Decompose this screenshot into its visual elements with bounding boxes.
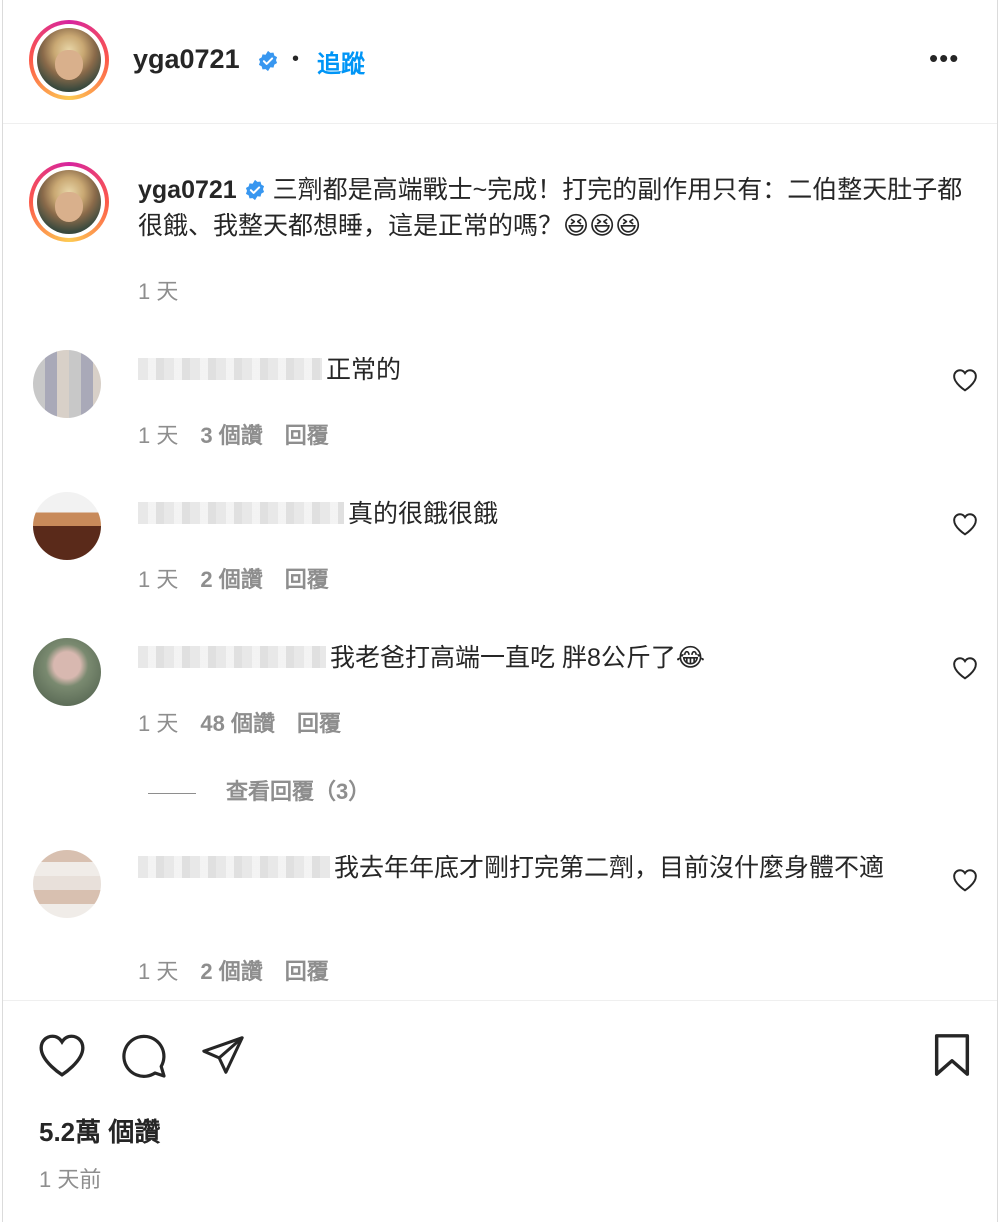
comment-row-2: 真的很餓很餓: [138, 496, 918, 532]
caption-avatar[interactable]: [29, 162, 109, 242]
view-replies-divider: [148, 792, 196, 794]
more-options-icon[interactable]: •••: [929, 45, 965, 71]
reply-button[interactable]: 回覆: [285, 423, 329, 448]
like-heart-icon[interactable]: [37, 1032, 87, 1078]
comment-row-4: 我去年年底才剛打完第二劑，目前沒什麼身體不適: [138, 850, 918, 886]
reply-button[interactable]: 回覆: [285, 567, 329, 592]
verified-badge-icon: [245, 179, 264, 201]
save-bookmark-icon[interactable]: [931, 1032, 973, 1078]
commenter-name-redacted[interactable]: [138, 502, 344, 524]
view-replies-label[interactable]: 查看回覆（3）: [226, 779, 370, 804]
comment-body: 正常的: [326, 356, 402, 384]
commenter-name-redacted[interactable]: [138, 856, 330, 878]
comment-likes[interactable]: 48 個讚: [200, 711, 275, 736]
comment-avatar[interactable]: [33, 350, 101, 418]
caption: yga0721 三劑都是高端戰士~完成！打完的副作用只有：二伯整天肚子都很餓、我…: [138, 172, 968, 244]
comment-meta-3: 1 天 48 個讚 回覆: [138, 706, 341, 738]
comment-like-heart-icon[interactable]: [952, 868, 978, 892]
separator-dot: •: [292, 48, 300, 70]
verified-badge-icon: [258, 50, 278, 72]
comment-row-3: 我老爸打高端一直吃 胖8公斤了😂: [138, 640, 918, 676]
comment-body: 真的很餓很餓: [348, 500, 499, 528]
comment-body: 我老爸打高端一直吃 胖8公斤了😂: [330, 644, 706, 672]
comment-body: 我去年年底才剛打完第二劑，目前沒什麼身體不適: [334, 854, 885, 882]
header-username[interactable]: yga0721: [133, 44, 240, 75]
comment-avatar[interactable]: [33, 850, 101, 918]
comment-like-heart-icon[interactable]: [952, 656, 978, 680]
comment-avatar[interactable]: [33, 638, 101, 706]
comment-like-heart-icon[interactable]: [952, 512, 978, 536]
comment-meta-2: 1 天 2 個讚 回覆: [138, 562, 329, 594]
comment-meta-4: 1 天 2 個讚 回覆: [138, 954, 329, 986]
profile-avatar[interactable]: [29, 20, 109, 100]
caption-username[interactable]: yga0721: [138, 176, 237, 204]
reply-button[interactable]: 回覆: [297, 711, 341, 736]
post-header: yga0721 • 追蹤 •••: [3, 0, 997, 124]
comment-row-1: 正常的: [138, 352, 918, 388]
share-send-icon[interactable]: [199, 1032, 247, 1078]
commenter-name-redacted[interactable]: [138, 358, 322, 380]
caption-time: 1 天: [138, 274, 178, 306]
caption-timestamp: 1 天: [138, 279, 179, 304]
comment-likes[interactable]: 2 個讚: [200, 959, 262, 984]
follow-button[interactable]: 追蹤: [317, 44, 365, 79]
reply-button[interactable]: 回覆: [285, 959, 329, 984]
comment-timestamp: 1 天: [138, 423, 179, 448]
post-panel: yga0721 • 追蹤 ••• yga0721 三劑都是高端戰士~完成！打完的…: [2, 0, 998, 1222]
comment-timestamp: 1 天: [138, 959, 179, 984]
commenter-name-redacted[interactable]: [138, 646, 326, 668]
comment-like-heart-icon[interactable]: [952, 368, 978, 392]
comment-avatar[interactable]: [33, 492, 101, 560]
comment-likes[interactable]: 3 個讚: [200, 423, 262, 448]
post-time-ago: 1 天前: [39, 1167, 102, 1192]
comment-meta-1: 1 天 3 個讚 回覆: [138, 418, 329, 450]
view-replies-button[interactable]: 查看回覆（3）: [148, 774, 370, 806]
comment-likes[interactable]: 2 個讚: [200, 567, 262, 592]
comment-timestamp: 1 天: [138, 567, 179, 592]
comment-bubble-icon[interactable]: [119, 1032, 169, 1080]
comment-timestamp: 1 天: [138, 711, 179, 736]
likes-total[interactable]: 5.2萬 個讚: [39, 1112, 160, 1149]
